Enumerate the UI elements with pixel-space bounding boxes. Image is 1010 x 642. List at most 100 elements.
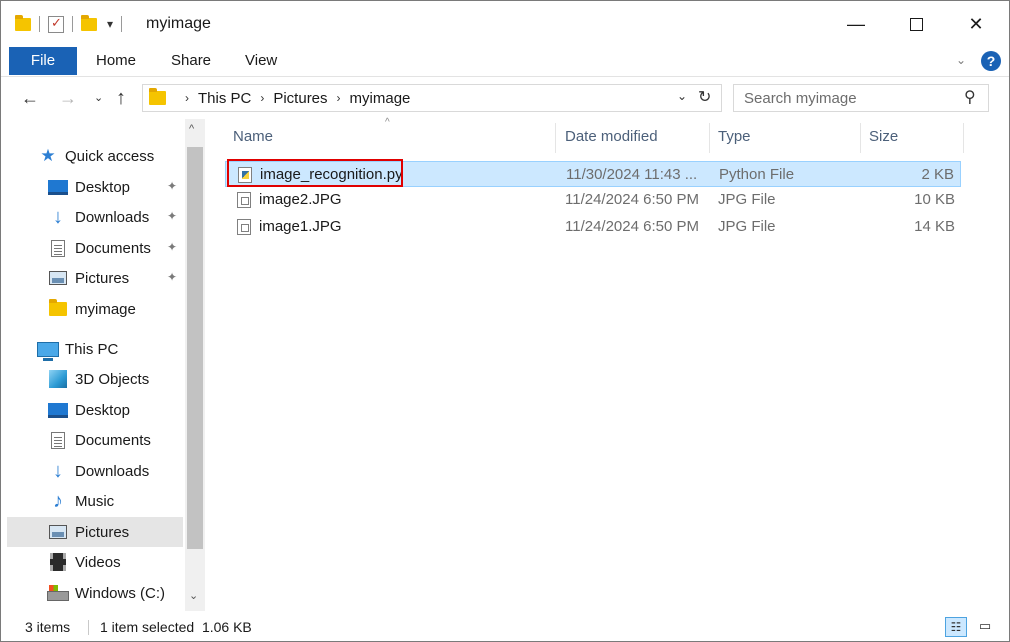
search-input[interactable] — [744, 86, 954, 110]
star-icon: ★ — [40, 146, 56, 165]
refresh-icon[interactable]: ↻ — [698, 87, 711, 107]
sidebar-item-label: myimage — [75, 300, 136, 318]
file-date-modified: 11/24/2024 6:50 PM — [565, 191, 699, 208]
details-view-button[interactable]: ☷ — [945, 617, 967, 637]
column-header-name[interactable]: Name — [233, 119, 273, 155]
sidebar-item-pc-desktop[interactable]: Desktop — [7, 395, 183, 425]
window-title: myimage — [146, 15, 211, 32]
navigation-pane: ★ Quick access Desktop ✦ ↓ Downloads ✦ D… — [1, 119, 206, 611]
sidebar-item-label: Documents — [75, 239, 151, 257]
computer-icon — [37, 341, 59, 361]
status-separator — [88, 620, 89, 635]
column-divider[interactable] — [860, 123, 861, 153]
sidebar-item-label: Downloads — [75, 462, 150, 480]
sidebar-item-label: Pictures — [75, 523, 130, 541]
column-divider[interactable] — [555, 123, 556, 153]
search-box[interactable]: ⚲ — [733, 84, 989, 112]
help-icon[interactable]: ? — [981, 51, 1001, 71]
item-count: 3 items — [25, 619, 71, 635]
pin-icon[interactable]: ✦ — [167, 270, 177, 284]
column-header-type[interactable]: Type — [718, 119, 751, 155]
pin-icon[interactable]: ✦ — [167, 209, 177, 223]
table-row[interactable]: image1.JPG 11/24/2024 6:50 PM JPG File 1… — [225, 214, 961, 240]
forward-button[interactable]: → — [59, 85, 77, 111]
status-bar: 3 items 1 item selected 1.06 KB ☷ ▭ — [1, 613, 1009, 641]
column-divider[interactable] — [709, 123, 710, 153]
table-row[interactable]: image2.JPG 11/24/2024 6:50 PM JPG File 1… — [225, 187, 961, 213]
back-button[interactable]: ← — [21, 85, 39, 111]
sidebar-item-pictures[interactable]: Pictures ✦ — [7, 263, 183, 293]
tab-share[interactable]: Share — [171, 47, 211, 75]
recent-locations-icon[interactable]: ⌄ — [94, 85, 103, 111]
sidebar-item-3d-objects[interactable]: 3D Objects — [7, 364, 183, 394]
large-icons-view-icon: ▭ — [978, 618, 992, 633]
maximize-icon — [909, 17, 923, 31]
file-name: image2.JPG — [259, 191, 342, 208]
breadcrumb-separator[interactable]: › — [260, 91, 264, 105]
breadcrumb-this-pc[interactable]: This PC — [198, 90, 251, 107]
new-folder-icon[interactable] — [81, 14, 97, 31]
pin-icon[interactable]: ✦ — [167, 179, 177, 193]
scrollbar-thumb[interactable] — [187, 147, 203, 549]
file-size: 10 KB — [914, 191, 955, 208]
selection-info: 1 item selected 1.06 KB — [100, 619, 252, 635]
column-header-size[interactable]: Size — [869, 119, 898, 155]
scroll-up-icon[interactable]: ^ — [189, 123, 194, 135]
tab-file[interactable]: File — [9, 47, 77, 75]
sidebar-item-label: Desktop — [75, 178, 131, 196]
sidebar-item-pc-documents[interactable]: Documents — [7, 425, 183, 455]
maximize-button[interactable] — [893, 9, 939, 39]
sidebar-item-pc-pictures[interactable]: Pictures — [7, 517, 183, 547]
up-button[interactable]: ↑ — [116, 85, 126, 111]
tab-home[interactable]: Home — [96, 47, 136, 75]
sidebar-scrollbar[interactable]: ^ ⌄ — [185, 119, 205, 611]
documents-icon — [51, 431, 65, 449]
sidebar-item-label: This PC — [65, 340, 119, 358]
sidebar-item-myimage[interactable]: myimage — [7, 294, 183, 324]
address-bar[interactable]: › This PC › Pictures › myimage ⌄ ↻ — [142, 84, 722, 112]
tab-view[interactable]: View — [245, 47, 277, 75]
qat-dropdown-icon[interactable]: ▾ — [107, 17, 113, 31]
close-button[interactable]: ✕ — [953, 9, 999, 39]
sidebar-item-videos[interactable]: Videos — [7, 547, 183, 577]
minimize-button[interactable]: — — [833, 9, 879, 39]
large-icons-view-button[interactable]: ▭ — [974, 617, 996, 637]
sidebar-item-this-pc[interactable]: This PC — [7, 334, 183, 364]
sidebar-item-desktop[interactable]: Desktop ✦ — [7, 172, 183, 202]
sidebar-item-music[interactable]: ♪ Music — [7, 486, 183, 516]
address-dropdown-icon[interactable]: ⌄ — [677, 89, 687, 103]
sort-ascending-icon: ^ — [385, 117, 390, 128]
sidebar-item-pc-downloads[interactable]: ↓ Downloads — [7, 456, 183, 486]
sidebar-item-quick-access[interactable]: ★ Quick access — [7, 141, 183, 171]
pictures-icon — [49, 525, 67, 539]
desktop-icon — [48, 402, 68, 418]
sidebar-item-label: Windows (C:) — [75, 584, 166, 602]
pin-icon[interactable]: ✦ — [167, 240, 177, 254]
sidebar-item-windows-c[interactable]: Windows (C:) — [7, 578, 183, 608]
sidebar-item-documents[interactable]: Documents ✦ — [7, 233, 183, 263]
breadcrumb-separator[interactable]: › — [337, 91, 341, 105]
search-icon[interactable]: ⚲ — [964, 87, 976, 107]
folder-icon — [149, 88, 166, 105]
file-date-modified: 11/30/2024 11:43 ... — [566, 166, 698, 183]
sidebar-item-downloads[interactable]: ↓ Downloads ✦ — [7, 202, 183, 232]
ribbon-tabs: File Home Share View ⌄ ? — [1, 47, 1009, 77]
sidebar-item-label: Quick access — [65, 147, 155, 165]
file-size: 14 KB — [914, 218, 955, 235]
drive-icon — [47, 585, 69, 601]
column-divider[interactable] — [963, 123, 964, 153]
file-size: 2 KB — [921, 166, 954, 183]
navigation-bar: ← → ⌄ ↑ › This PC › Pictures › myimage ⌄… — [1, 81, 1009, 115]
videos-icon — [50, 553, 66, 571]
properties-icon[interactable] — [48, 15, 64, 33]
image-file-icon — [237, 219, 251, 235]
breadcrumb-pictures[interactable]: Pictures — [273, 90, 327, 107]
expand-ribbon-icon[interactable]: ⌄ — [956, 53, 966, 67]
breadcrumb-separator[interactable]: › — [185, 91, 189, 105]
breadcrumb-myimage[interactable]: myimage — [350, 90, 411, 107]
qat-separator — [72, 16, 73, 32]
column-header-date-modified[interactable]: Date modified — [565, 119, 658, 155]
qat-separator — [121, 16, 123, 32]
scroll-down-icon[interactable]: ⌄ — [189, 589, 198, 602]
sidebar-item-label: Pictures — [75, 269, 130, 287]
